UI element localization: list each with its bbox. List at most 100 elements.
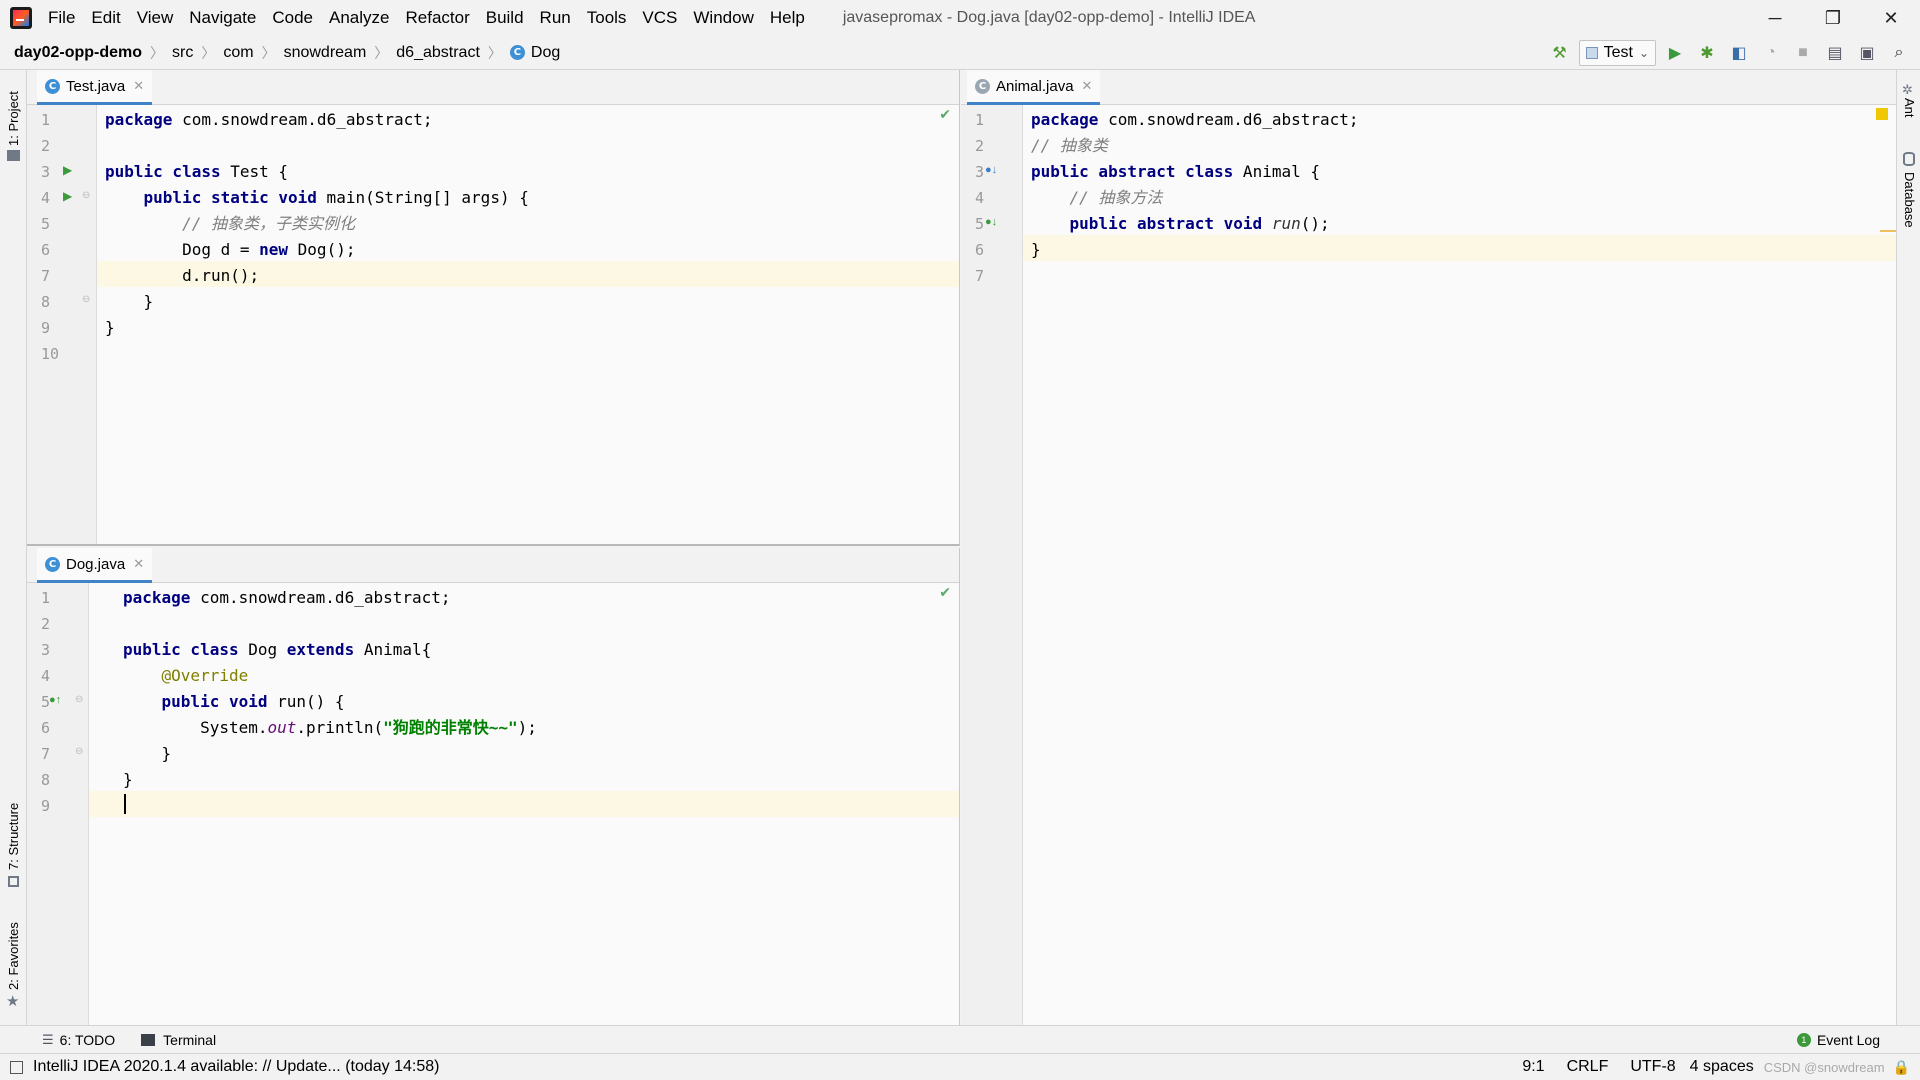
- line-number: 3: [41, 641, 51, 659]
- code-token: run: [1271, 214, 1301, 233]
- code-line: // 抽象类: [1023, 133, 1896, 159]
- breadcrumb-project[interactable]: day02-opp-demo: [14, 44, 142, 62]
- ant-tool-tab[interactable]: Ant: [1902, 98, 1917, 118]
- code-token: public class: [123, 640, 239, 659]
- code-line: package com.snowdream.d6_abstract;: [1023, 107, 1896, 133]
- code-token: run() {: [267, 692, 345, 711]
- file-encoding[interactable]: UTF-8: [1630, 1058, 1675, 1076]
- stop-icon[interactable]: ■: [1790, 40, 1816, 66]
- code-area[interactable]: package com.snowdream.d6_abstract; public…: [97, 105, 959, 544]
- fold-icon[interactable]: ⊖: [82, 183, 90, 209]
- code-token: System.: [123, 718, 268, 737]
- menu-tools[interactable]: Tools: [579, 8, 635, 28]
- restore-button[interactable]: ❐: [1804, 0, 1862, 36]
- caret-position[interactable]: 9:1: [1522, 1058, 1544, 1076]
- menu-vcs[interactable]: VCS: [634, 8, 685, 28]
- menu-analyze[interactable]: Analyze: [321, 8, 397, 28]
- tab-test-java[interactable]: C Test.java ✕: [37, 70, 153, 105]
- terminal-icon: [141, 1033, 156, 1046]
- menu-help[interactable]: Help: [762, 8, 813, 28]
- line-number: 2: [41, 137, 51, 155]
- editor-tab-bar: C Dog.java ✕ ✔: [27, 548, 959, 600]
- line-number: 6: [975, 241, 985, 259]
- todo-tool-tab[interactable]: 6: TODO: [60, 1032, 116, 1048]
- menu-edit[interactable]: Edit: [83, 8, 128, 28]
- editor-animal-java: C Animal.java ✕ 1 2 3 4 5 6 7 ●↓ ●↓ package co…: [961, 70, 1896, 1025]
- main-menu: File Edit View Navigate Code Analyze Ref…: [40, 8, 813, 28]
- code-token: com.snowdream.d6_abstract;: [190, 588, 451, 607]
- menu-view[interactable]: View: [129, 8, 182, 28]
- indent-setting[interactable]: 4 spaces: [1690, 1058, 1754, 1076]
- breadcrumb-src[interactable]: src: [172, 44, 193, 62]
- build-hammer-icon[interactable]: ⚒: [1547, 40, 1573, 66]
- database-tool-tab[interactable]: Database: [1902, 172, 1917, 228]
- run-icon[interactable]: ▶: [1662, 40, 1688, 66]
- override-method-icon[interactable]: ●↑: [49, 687, 61, 713]
- menu-navigate[interactable]: Navigate: [181, 8, 264, 28]
- line-number: 5: [41, 215, 51, 233]
- structure-tool-tab[interactable]: 7: Structure: [6, 803, 21, 870]
- implemented-method-icon[interactable]: ●↓: [985, 209, 997, 235]
- favorites-tool-tab[interactable]: 2: Favorites: [6, 922, 21, 990]
- debug-bug-icon[interactable]: ✱: [1694, 40, 1720, 66]
- code-token: }: [105, 292, 154, 311]
- error-stripe-marker[interactable]: [1880, 230, 1896, 232]
- chevron-down-icon: ⌄: [1638, 46, 1649, 60]
- code-area[interactable]: package com.snowdream.d6_abstract; // 抽象类…: [1023, 105, 1896, 1025]
- project-tool-tab[interactable]: 1: Project: [6, 91, 21, 146]
- minimize-button[interactable]: ─: [1746, 0, 1804, 36]
- intellij-logo-icon[interactable]: [10, 7, 32, 29]
- code-area[interactable]: package com.snowdream.d6_abstract;public…: [89, 583, 959, 1025]
- code-line: public abstract class Animal {: [1023, 159, 1896, 185]
- run-gutter-icon[interactable]: ▶: [63, 157, 72, 183]
- close-tab-icon[interactable]: ✕: [133, 78, 144, 94]
- breadcrumb-dog[interactable]: Dog: [531, 44, 560, 62]
- fold-icon[interactable]: ⊖: [75, 687, 83, 713]
- implemented-class-icon[interactable]: ●↓: [985, 157, 997, 183]
- run-gutter-icon[interactable]: ▶: [63, 183, 72, 209]
- menu-refactor[interactable]: Refactor: [397, 8, 477, 28]
- menu-code[interactable]: Code: [264, 8, 321, 28]
- lock-icon[interactable]: 🔒: [1893, 1059, 1910, 1076]
- fold-icon[interactable]: ⊖: [82, 287, 90, 313]
- menu-build[interactable]: Build: [478, 8, 532, 28]
- breadcrumb-d6-abstract[interactable]: d6_abstract: [396, 44, 480, 62]
- code-line: public void run() {: [89, 689, 959, 715]
- menu-file[interactable]: File: [40, 8, 83, 28]
- tab-dog-java[interactable]: C Dog.java ✕: [37, 548, 153, 583]
- code-line: package com.snowdream.d6_abstract;: [89, 585, 959, 611]
- status-message[interactable]: IntelliJ IDEA 2020.1.4 available: // Upd…: [33, 1058, 439, 1076]
- terminal-tool-tab[interactable]: Terminal: [163, 1032, 216, 1048]
- editor-test-java: C Test.java ✕ ✔ 1 2 3 4 5 6 7 8 9 10 ▶ ▶ ⊖ ⊖ pack…: [27, 70, 960, 546]
- code-token: Animal{: [354, 640, 432, 659]
- tab-animal-java[interactable]: C Animal.java ✕: [967, 70, 1101, 105]
- menu-run[interactable]: Run: [532, 8, 579, 28]
- fold-icon[interactable]: ⊖: [75, 739, 83, 765]
- search-icon[interactable]: ⌕: [1886, 40, 1912, 66]
- event-log-tool-tab[interactable]: Event Log: [1817, 1032, 1880, 1048]
- code-line: // 抽象类，子类实例化: [97, 211, 959, 237]
- code-token: package: [1031, 110, 1099, 129]
- code-line: }: [89, 741, 959, 767]
- breadcrumb-snowdream[interactable]: snowdream: [284, 44, 367, 62]
- line-separator[interactable]: CRLF: [1567, 1058, 1609, 1076]
- breadcrumb-com[interactable]: com: [223, 44, 253, 62]
- profile-icon[interactable]: ◔: [1758, 40, 1784, 66]
- java-class-icon: C: [45, 556, 60, 572]
- close-tab-icon[interactable]: ✕: [1082, 78, 1093, 94]
- run-configuration-select[interactable]: Test ⌄: [1578, 40, 1656, 66]
- event-log-icon: 1: [1796, 1032, 1811, 1047]
- project-structure-icon[interactable]: ▤: [1822, 40, 1848, 66]
- code-token: d.run();: [105, 266, 260, 285]
- close-tab-icon[interactable]: ✕: [133, 556, 144, 572]
- code-token: }: [105, 318, 115, 337]
- window-title: javasepromax - Dog.java [day02-opp-demo]…: [842, 9, 1256, 26]
- coverage-icon[interactable]: ◧: [1726, 40, 1752, 66]
- menu-window[interactable]: Window: [685, 8, 761, 28]
- window-layout-icon[interactable]: ▣: [1854, 40, 1880, 66]
- toggle-tool-windows-icon[interactable]: [10, 1060, 23, 1074]
- close-button[interactable]: ✕: [1862, 0, 1920, 36]
- main-toolbar: ⚒ Test ⌄ ▶ ✱ ◧ ◔ ■ ▤ ▣ ⌕: [1547, 36, 1920, 70]
